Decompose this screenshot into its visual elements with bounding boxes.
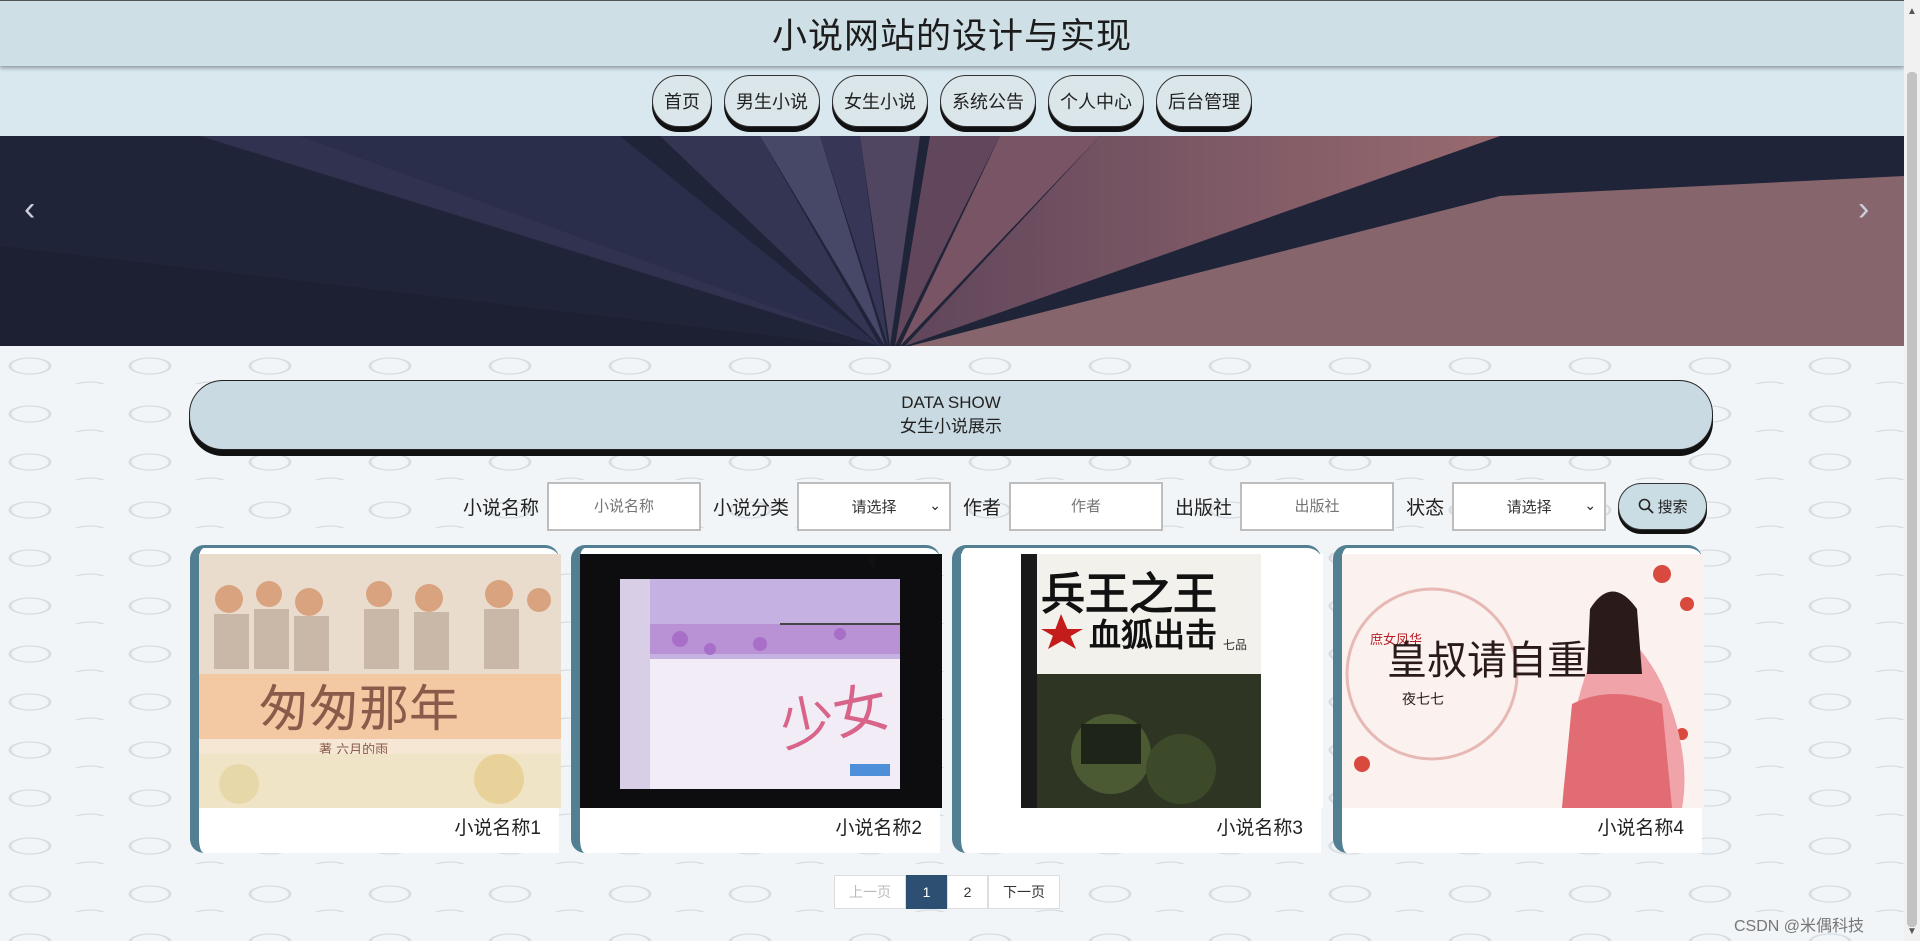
nav-male-novels[interactable]: 男生小说 xyxy=(724,75,820,127)
publisher-label: 出版社 xyxy=(1175,497,1233,519)
main-nav: 首页 男生小说 女生小说 系统公告 个人中心 后台管理 xyxy=(0,66,1904,136)
cover-image: 匆匆那年 著 六月的雨 xyxy=(199,554,561,808)
novel-card[interactable]: 兵王之王 血狐出击 七品 小说名称3 xyxy=(952,545,1323,853)
category-select-value: 请选择 xyxy=(851,498,897,516)
cover-image: 庶女凤华 皇叔请自重 夜七七 xyxy=(1342,554,1704,808)
chevron-down-icon: ⌄ xyxy=(1584,496,1597,513)
novel-cover[interactable]: 庶女凤华 皇叔请自重 夜七七 xyxy=(1342,554,1704,808)
cover-author: 夜七七 xyxy=(1402,692,1444,708)
novel-name[interactable]: 小说名称3 xyxy=(1216,813,1303,840)
author-label: 作者 xyxy=(963,497,1002,519)
nav-announcements[interactable]: 系统公告 xyxy=(940,75,1036,127)
category-label: 小说分类 xyxy=(713,497,790,519)
search-icon xyxy=(1638,498,1654,514)
cover-title: 兵王之王 xyxy=(1041,569,1217,620)
novel-cover[interactable]: 兵王之王 血狐出击 七品 xyxy=(961,554,1323,808)
vertical-scrollbar[interactable]: ▲ ▼ xyxy=(1904,0,1920,941)
nav-female-novels[interactable]: 女生小说 xyxy=(832,75,928,127)
pagination-prev[interactable]: 上一页 xyxy=(834,875,906,909)
site-header: 小说网站的设计与实现 xyxy=(0,0,1904,66)
cover-title: 皇叔请自重 xyxy=(1387,638,1587,684)
nav-admin[interactable]: 后台管理 xyxy=(1156,75,1252,127)
banner-next-button[interactable]: › xyxy=(1858,190,1869,229)
scroll-down-icon[interactable]: ▼ xyxy=(1907,926,1917,937)
scroll-up-icon[interactable]: ▲ xyxy=(1907,6,1917,17)
cover-title: 匆匆那年 xyxy=(259,680,459,738)
novel-cover[interactable]: 少女 xyxy=(580,554,942,808)
nav-personal-center[interactable]: 个人中心 xyxy=(1048,75,1144,127)
nav-home[interactable]: 首页 xyxy=(652,75,712,127)
page: 小说网站的设计与实现 首页 男生小说 女生小说 系统公告 个人中心 后台管理 ‹… xyxy=(0,0,1904,941)
novel-card[interactable]: 少女 小说名称2 xyxy=(571,545,942,853)
banner-prev-button[interactable]: ‹ xyxy=(24,190,35,229)
banner-image xyxy=(0,136,1904,346)
novel-name[interactable]: 小说名称2 xyxy=(835,813,922,840)
search-bar: 小说名称 小说分类 请选择 ⌄ 作者 出版社 状态 请选择 ⌄ 搜索 xyxy=(463,481,1708,531)
watermark: CSDN @米偶科技 xyxy=(1733,918,1864,935)
cover-image: 兵王之王 血狐出击 七品 xyxy=(961,554,1323,808)
status-label: 状态 xyxy=(1406,497,1445,519)
pagination-page-2[interactable]: 2 xyxy=(947,875,988,909)
pagination-next[interactable]: 下一页 xyxy=(988,875,1060,909)
status-select-value: 请选择 xyxy=(1506,498,1552,516)
search-button-label: 搜索 xyxy=(1657,498,1688,516)
pagination-page-1[interactable]: 1 xyxy=(906,875,947,909)
novel-name-input[interactable] xyxy=(547,481,702,531)
novel-name-label: 小说名称 xyxy=(463,497,540,519)
site-title: 小说网站的设计与实现 xyxy=(771,17,1132,56)
cover-author: 七品 xyxy=(1223,638,1247,652)
section-title-cn: 女生小说展示 xyxy=(900,417,1002,436)
publisher-input[interactable] xyxy=(1240,481,1395,531)
pagination: 上一页 1 2 下一页 xyxy=(834,875,1060,909)
cover-image: 少女 xyxy=(580,554,942,808)
category-select[interactable]: 请选择 ⌄ xyxy=(797,481,952,531)
status-select[interactable]: 请选择 ⌄ xyxy=(1452,481,1607,531)
novel-card[interactable]: 匆匆那年 著 六月的雨 小说名称1 xyxy=(190,545,561,853)
banner-carousel[interactable] xyxy=(0,136,1904,346)
section-header: DATA SHOW 女生小说展示 xyxy=(189,380,1713,450)
cover-subtitle: 血狐出击 xyxy=(1089,616,1217,654)
scroll-thumb[interactable] xyxy=(1907,72,1917,927)
novel-cover[interactable]: 匆匆那年 著 六月的雨 xyxy=(199,554,561,808)
chevron-down-icon: ⌄ xyxy=(929,496,942,513)
novel-name[interactable]: 小说名称1 xyxy=(454,813,541,840)
novel-card[interactable]: 庶女凤华 皇叔请自重 夜七七 小说名称4 xyxy=(1333,545,1704,853)
section-title-en: DATA SHOW xyxy=(901,393,1001,412)
author-input[interactable] xyxy=(1009,481,1164,531)
novel-name[interactable]: 小说名称4 xyxy=(1597,813,1684,840)
search-button[interactable]: 搜索 xyxy=(1618,482,1708,530)
